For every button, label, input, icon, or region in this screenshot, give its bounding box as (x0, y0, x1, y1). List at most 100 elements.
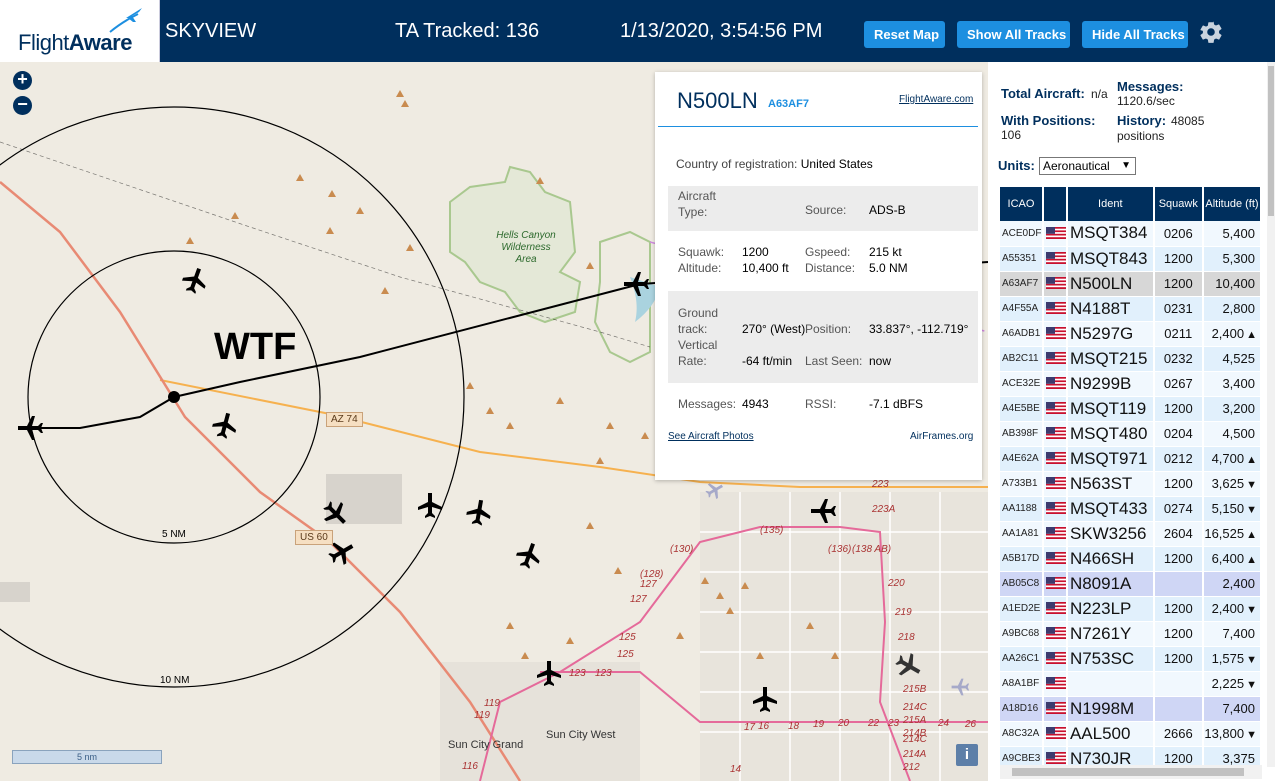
altitude-value: 3,625 (1211, 476, 1245, 491)
table-row[interactable]: A8A1BF 2,225 ▼ (1000, 671, 1263, 697)
altitude-value: 3,200 (1222, 401, 1255, 416)
with-positions-value: 106 (1001, 128, 1022, 142)
scale-bar: 5 nm (12, 750, 162, 764)
us-flag-icon (1042, 721, 1068, 747)
col-altitude[interactable]: Altitude (ft) (1202, 187, 1263, 221)
route-label: 116 (462, 761, 478, 772)
table-row[interactable]: AB05C8 N8091A 2,400 (1000, 571, 1263, 597)
messages-rate-label: Messages: (1117, 79, 1184, 94)
cell-altitude: 13,800 ▼ (1202, 721, 1263, 747)
col-squawk[interactable]: Squawk (1153, 187, 1204, 221)
cell-squawk: 0232 (1153, 346, 1204, 372)
cell-altitude: 3,200 (1202, 396, 1263, 422)
table-row[interactable]: A9BC68 N7261Y 1200 7,400 (1000, 621, 1263, 647)
cell-altitude: 2,225 ▼ (1202, 671, 1263, 697)
col-icao[interactable]: ICAO (1000, 187, 1044, 221)
table-row[interactable]: A1ED2E N223LP 1200 2,400 ▼ (1000, 596, 1263, 622)
rssi-label: RSSI: (805, 397, 837, 411)
route-label: 223A (871, 504, 896, 515)
aircraft-type-label: Aircraft Type: (678, 189, 717, 219)
cell-icao: A4E5BE (1000, 396, 1044, 422)
info-button[interactable]: i (956, 744, 978, 766)
table-row[interactable]: AB398F MSQT480 0204 4,500 (1000, 421, 1263, 447)
logo-aware-text: Aware (68, 30, 133, 55)
table-row[interactable]: AA26C1 N753SC 1200 1,575 ▼ (1000, 646, 1263, 672)
cell-altitude: 1,575 ▼ (1202, 646, 1263, 672)
col-ident[interactable]: Ident (1066, 187, 1155, 221)
cell-icao: ACE32E (1000, 371, 1044, 397)
cell-squawk: 1200 (1153, 621, 1204, 647)
table-row[interactable]: AB2C11 MSQT215 0232 4,525 (1000, 346, 1263, 372)
us-flag-icon (1042, 246, 1068, 272)
altitude-value: 3,400 (1222, 376, 1255, 391)
airframes-link[interactable]: AirFrames.org (910, 431, 973, 442)
table-row[interactable]: A4E62A MSQT971 0212 4,700 ▲ (1000, 446, 1263, 472)
table-row[interactable]: A4E5BE MSQT119 1200 3,200 (1000, 396, 1263, 422)
trend-arrow-icon: ▼ (1246, 654, 1257, 666)
altitude-value: 10,400 ft (742, 261, 789, 275)
table-row[interactable]: AA1188 MSQT433 0274 5,150 ▼ (1000, 496, 1263, 522)
table-row[interactable]: A5B17D N466SH 1200 6,400 ▲ (1000, 546, 1263, 572)
aircraft-info-panel: N500LN A63AF7 FlightAware.com Country of… (655, 72, 982, 480)
table-row[interactable]: A18D16 N1998M 7,400 (1000, 696, 1263, 722)
table-row[interactable]: ACE32E N9299B 0267 3,400 (1000, 371, 1263, 397)
table-row[interactable]: A6ADB1 N5297G 0211 2,400 ▲ (1000, 321, 1263, 347)
route-label: 223 (871, 479, 889, 490)
info-divider (658, 126, 978, 127)
route-label: 22 (867, 718, 880, 729)
table-row[interactable]: ACE0DF MSQT384 0206 5,400 (1000, 221, 1263, 247)
altitude-value: 2,800 (1222, 301, 1255, 316)
us-flag-icon (1042, 646, 1068, 672)
flightaware-logo[interactable]: FlightAware (0, 0, 160, 62)
cell-ident: MSQT480 (1066, 421, 1155, 447)
messages-label: Messages: (678, 397, 737, 411)
scroll-thumb[interactable] (1268, 66, 1274, 216)
zoom-in-button[interactable]: + (13, 70, 32, 90)
aircraft-photos-link[interactable]: See Aircraft Photos (668, 431, 754, 442)
hide-all-tracks-button[interactable]: Hide All Tracks (1082, 21, 1188, 48)
zoom-out-button[interactable]: − (13, 95, 32, 115)
route-label: 218 (897, 632, 915, 643)
table-row[interactable]: AA1A81 SKW3256 2604 16,525 ▲ (1000, 521, 1263, 547)
cell-altitude: 7,400 (1202, 696, 1263, 722)
cell-altitude: 4,700 ▲ (1202, 446, 1263, 472)
table-row[interactable]: A733B1 N563ST 1200 3,625 ▼ (1000, 471, 1263, 497)
cell-squawk: 1200 (1153, 596, 1204, 622)
show-all-tracks-button[interactable]: Show All Tracks (957, 21, 1070, 48)
altitude-value: 10,400 (1215, 276, 1255, 291)
cell-icao: A8C32A (1000, 721, 1044, 747)
table-row[interactable]: A55351 MSQT843 1200 5,300 (1000, 246, 1263, 272)
gear-icon[interactable] (1198, 19, 1224, 45)
altitude-value: 1,575 (1211, 651, 1245, 666)
info-country-row: Country of registration: United States (676, 157, 873, 171)
route-label: 212 (902, 762, 920, 773)
altitude-value: 7,400 (1222, 626, 1255, 641)
route-label: 125 (619, 632, 636, 643)
cell-altitude: 16,525 ▲ (1202, 521, 1263, 547)
info-callsign: N500LN (677, 88, 758, 113)
col-flag[interactable] (1042, 187, 1068, 221)
cell-icao: A9BC68 (1000, 621, 1044, 647)
trend-arrow-icon: ▼ (1246, 604, 1257, 616)
altitude-value: 2,400 (1211, 601, 1245, 616)
reset-map-button[interactable]: Reset Map (864, 21, 945, 48)
route-label: (136) (828, 544, 851, 555)
cell-ident: N7261Y (1066, 621, 1155, 647)
table-row[interactable]: A63AF7 N500LN 1200 10,400 (1000, 271, 1263, 297)
vertical-scrollbar[interactable] (1267, 62, 1275, 767)
units-dropdown[interactable]: Aeronautical ▼ (1039, 157, 1136, 175)
route-label: 16 (758, 721, 770, 732)
cell-ident: MSQT215 (1066, 346, 1155, 372)
hscroll-thumb[interactable] (1012, 768, 1244, 776)
az74-shield: AZ 74 (326, 412, 363, 427)
cell-icao: A4F55A (1000, 296, 1044, 322)
flightaware-link[interactable]: FlightAware.com (899, 94, 973, 105)
table-row[interactable]: A8C32A AAL500 2666 13,800 ▼ (1000, 721, 1263, 747)
town-label: Sun City West (546, 729, 616, 741)
table-row[interactable]: A4F55A N4188T 0231 2,800 (1000, 296, 1263, 322)
distance-value: 5.0 NM (869, 261, 908, 275)
vert-rate-label: Vertical Rate: (678, 338, 718, 368)
horizontal-scrollbar[interactable] (1000, 765, 1262, 779)
trend-arrow-icon: ▼ (1246, 504, 1257, 516)
town-label: Sun City Grand (448, 739, 524, 751)
